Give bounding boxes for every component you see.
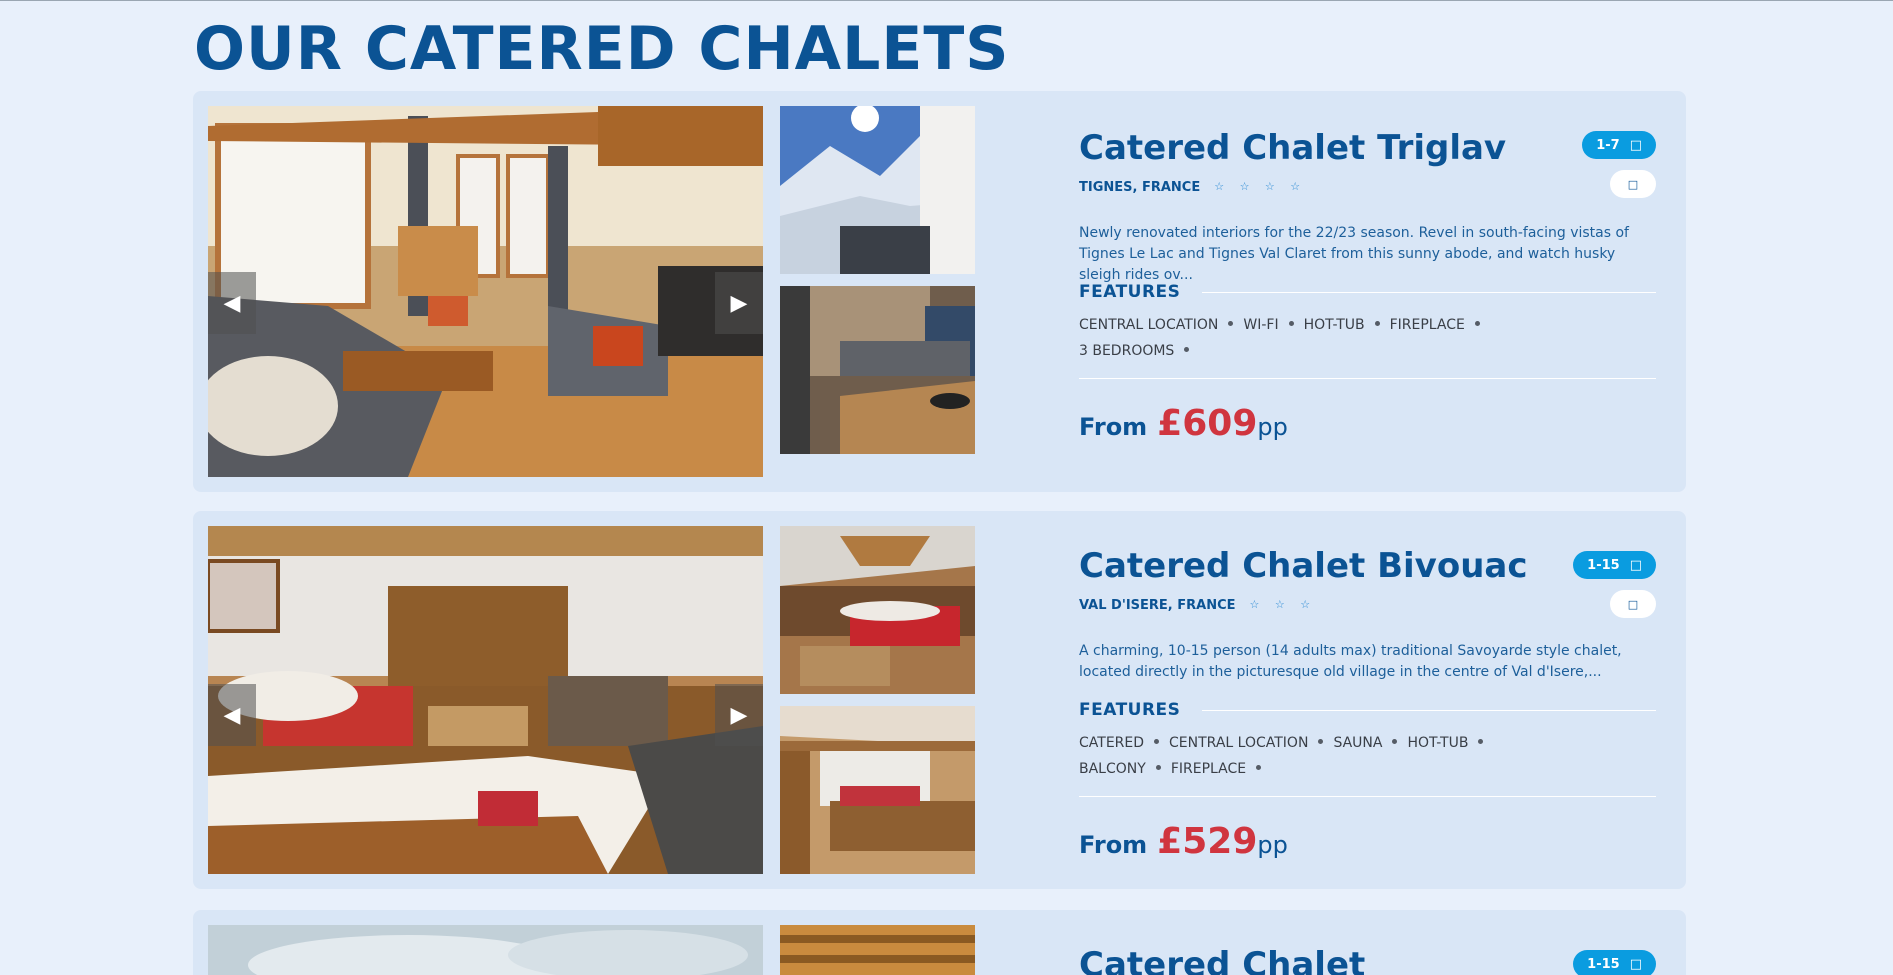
user-icon: □ <box>1629 557 1642 573</box>
capacity-badge: 1-15 □ <box>1573 950 1656 975</box>
bullet <box>1184 347 1190 352</box>
chalet-card: Catered Chalet 1-15 □ <box>193 910 1686 975</box>
feature-item: CENTRAL LOCATION <box>1169 735 1309 751</box>
chalet-name[interactable]: Catered Chalet Bivouac <box>1079 546 1528 586</box>
favourite-button[interactable]: □ <box>1610 590 1656 618</box>
chalet-main-photo[interactable]: ◀ ▶ <box>208 526 763 874</box>
feature-line: CENTRAL LOCATION WI-FI HOT-TUB FIREPLACE <box>1079 312 1656 338</box>
feature-list: CATERED CENTRAL LOCATION SAUNA HOT-TUB BALC… <box>1079 730 1656 782</box>
heart-icon: □ <box>1627 597 1639 611</box>
chalet-name[interactable]: Catered Chalet <box>1079 945 1365 975</box>
price-row: From £529 pp <box>1079 821 1288 862</box>
bullet <box>1392 739 1398 744</box>
capacity-label: 1-7 <box>1596 137 1620 153</box>
features-label: FEATURES <box>1079 282 1181 302</box>
feature-line: 3 BEDROOMS <box>1079 338 1656 364</box>
chalet-description: A charming, 10-15 person (14 adults max)… <box>1079 643 1622 680</box>
feature-item: SAUNA <box>1333 735 1383 751</box>
feature-line: BALCONY FIREPLACE <box>1079 756 1656 782</box>
features-label: FEATURES <box>1079 700 1181 720</box>
features-heading: FEATURES <box>1079 282 1656 302</box>
chalet-thumb-photo[interactable] <box>780 526 975 694</box>
feature-list: CENTRAL LOCATION WI-FI HOT-TUB FIREPLACE 3 … <box>1079 312 1656 364</box>
page-title: OUR CATERED CHALETS <box>194 14 1010 84</box>
capacity-label: 1-15 <box>1587 956 1620 972</box>
feature-item: BALCONY <box>1079 761 1146 777</box>
divider <box>1202 291 1656 293</box>
feature-item: FIREPLACE <box>1389 317 1465 333</box>
feature-item: CATERED <box>1079 735 1145 751</box>
chalet-card: ◀ ▶ Catered Chalet Triglav TIGNES, FRANC… <box>193 91 1686 492</box>
chevron-left-icon: ◀ <box>223 702 241 728</box>
prev-photo-button[interactable]: ◀ <box>208 684 256 746</box>
chevron-right-icon: ▶ <box>730 290 748 316</box>
star-icon: ☆ ☆ ☆ <box>1249 598 1317 611</box>
price-row: From £609 pp <box>1079 403 1288 444</box>
price-value: £529 <box>1157 821 1258 862</box>
chalet-location: VAL D'ISERE, FRANCE <box>1079 598 1236 613</box>
bullet <box>1474 321 1480 326</box>
user-icon: □ <box>1629 956 1642 972</box>
feature-item: HOT-TUB <box>1303 317 1365 333</box>
chalet-thumb-photo[interactable] <box>780 925 975 975</box>
chalet-card: ◀ ▶ Catered Chalet Bivouac VAL D'ISERE, … <box>193 511 1686 889</box>
capacity-badge: 1-7 □ <box>1582 131 1656 159</box>
feature-item: WI-FI <box>1243 317 1279 333</box>
capacity-label: 1-15 <box>1587 557 1620 573</box>
feature-item: HOT-TUB <box>1407 735 1469 751</box>
price-unit: pp <box>1257 831 1288 859</box>
user-icon: □ <box>1629 137 1642 153</box>
next-photo-button[interactable]: ▶ <box>715 684 763 746</box>
feature-item: CENTRAL LOCATION <box>1079 317 1219 333</box>
bullet <box>1318 739 1324 744</box>
chalet-main-photo[interactable] <box>208 925 763 975</box>
features-heading: FEATURES <box>1079 700 1656 720</box>
feature-item: FIREPLACE <box>1170 761 1247 777</box>
chevron-left-icon: ◀ <box>223 290 241 316</box>
heart-icon: □ <box>1627 177 1639 191</box>
next-photo-button[interactable]: ▶ <box>715 272 763 334</box>
bullet <box>1478 739 1484 744</box>
star-icon: ☆ ☆ ☆ ☆ <box>1214 180 1307 193</box>
feature-line: CATERED CENTRAL LOCATION SAUNA HOT-TUB <box>1079 730 1656 756</box>
bullet <box>1256 765 1262 770</box>
divider <box>1202 709 1656 711</box>
chalet-thumb-photo[interactable] <box>780 286 975 454</box>
chalet-description: Newly renovated interiors for the 22/23 … <box>1079 225 1629 283</box>
divider <box>1079 796 1656 797</box>
divider <box>1079 378 1656 379</box>
chalet-thumb-photo[interactable] <box>780 706 975 874</box>
bullet <box>1228 321 1234 326</box>
price-unit: pp <box>1257 413 1288 441</box>
bullet <box>1155 765 1161 770</box>
price-from-label: From <box>1079 831 1148 859</box>
prev-photo-button[interactable]: ◀ <box>208 272 256 334</box>
favourite-button[interactable]: □ <box>1610 170 1656 198</box>
chalet-name[interactable]: Catered Chalet Triglav <box>1079 128 1506 168</box>
bullet <box>1288 321 1294 326</box>
bullet <box>1374 321 1380 326</box>
chalet-thumb-photo[interactable] <box>780 106 975 274</box>
chalet-location: TIGNES, FRANCE <box>1079 180 1201 195</box>
feature-item: 3 BEDROOMS <box>1079 343 1175 359</box>
price-from-label: From <box>1079 413 1148 441</box>
bullet <box>1154 739 1160 744</box>
chevron-right-icon: ▶ <box>730 702 748 728</box>
chalet-main-photo[interactable]: ◀ ▶ <box>208 106 763 477</box>
capacity-badge: 1-15 □ <box>1573 551 1656 579</box>
price-value: £609 <box>1157 403 1258 444</box>
